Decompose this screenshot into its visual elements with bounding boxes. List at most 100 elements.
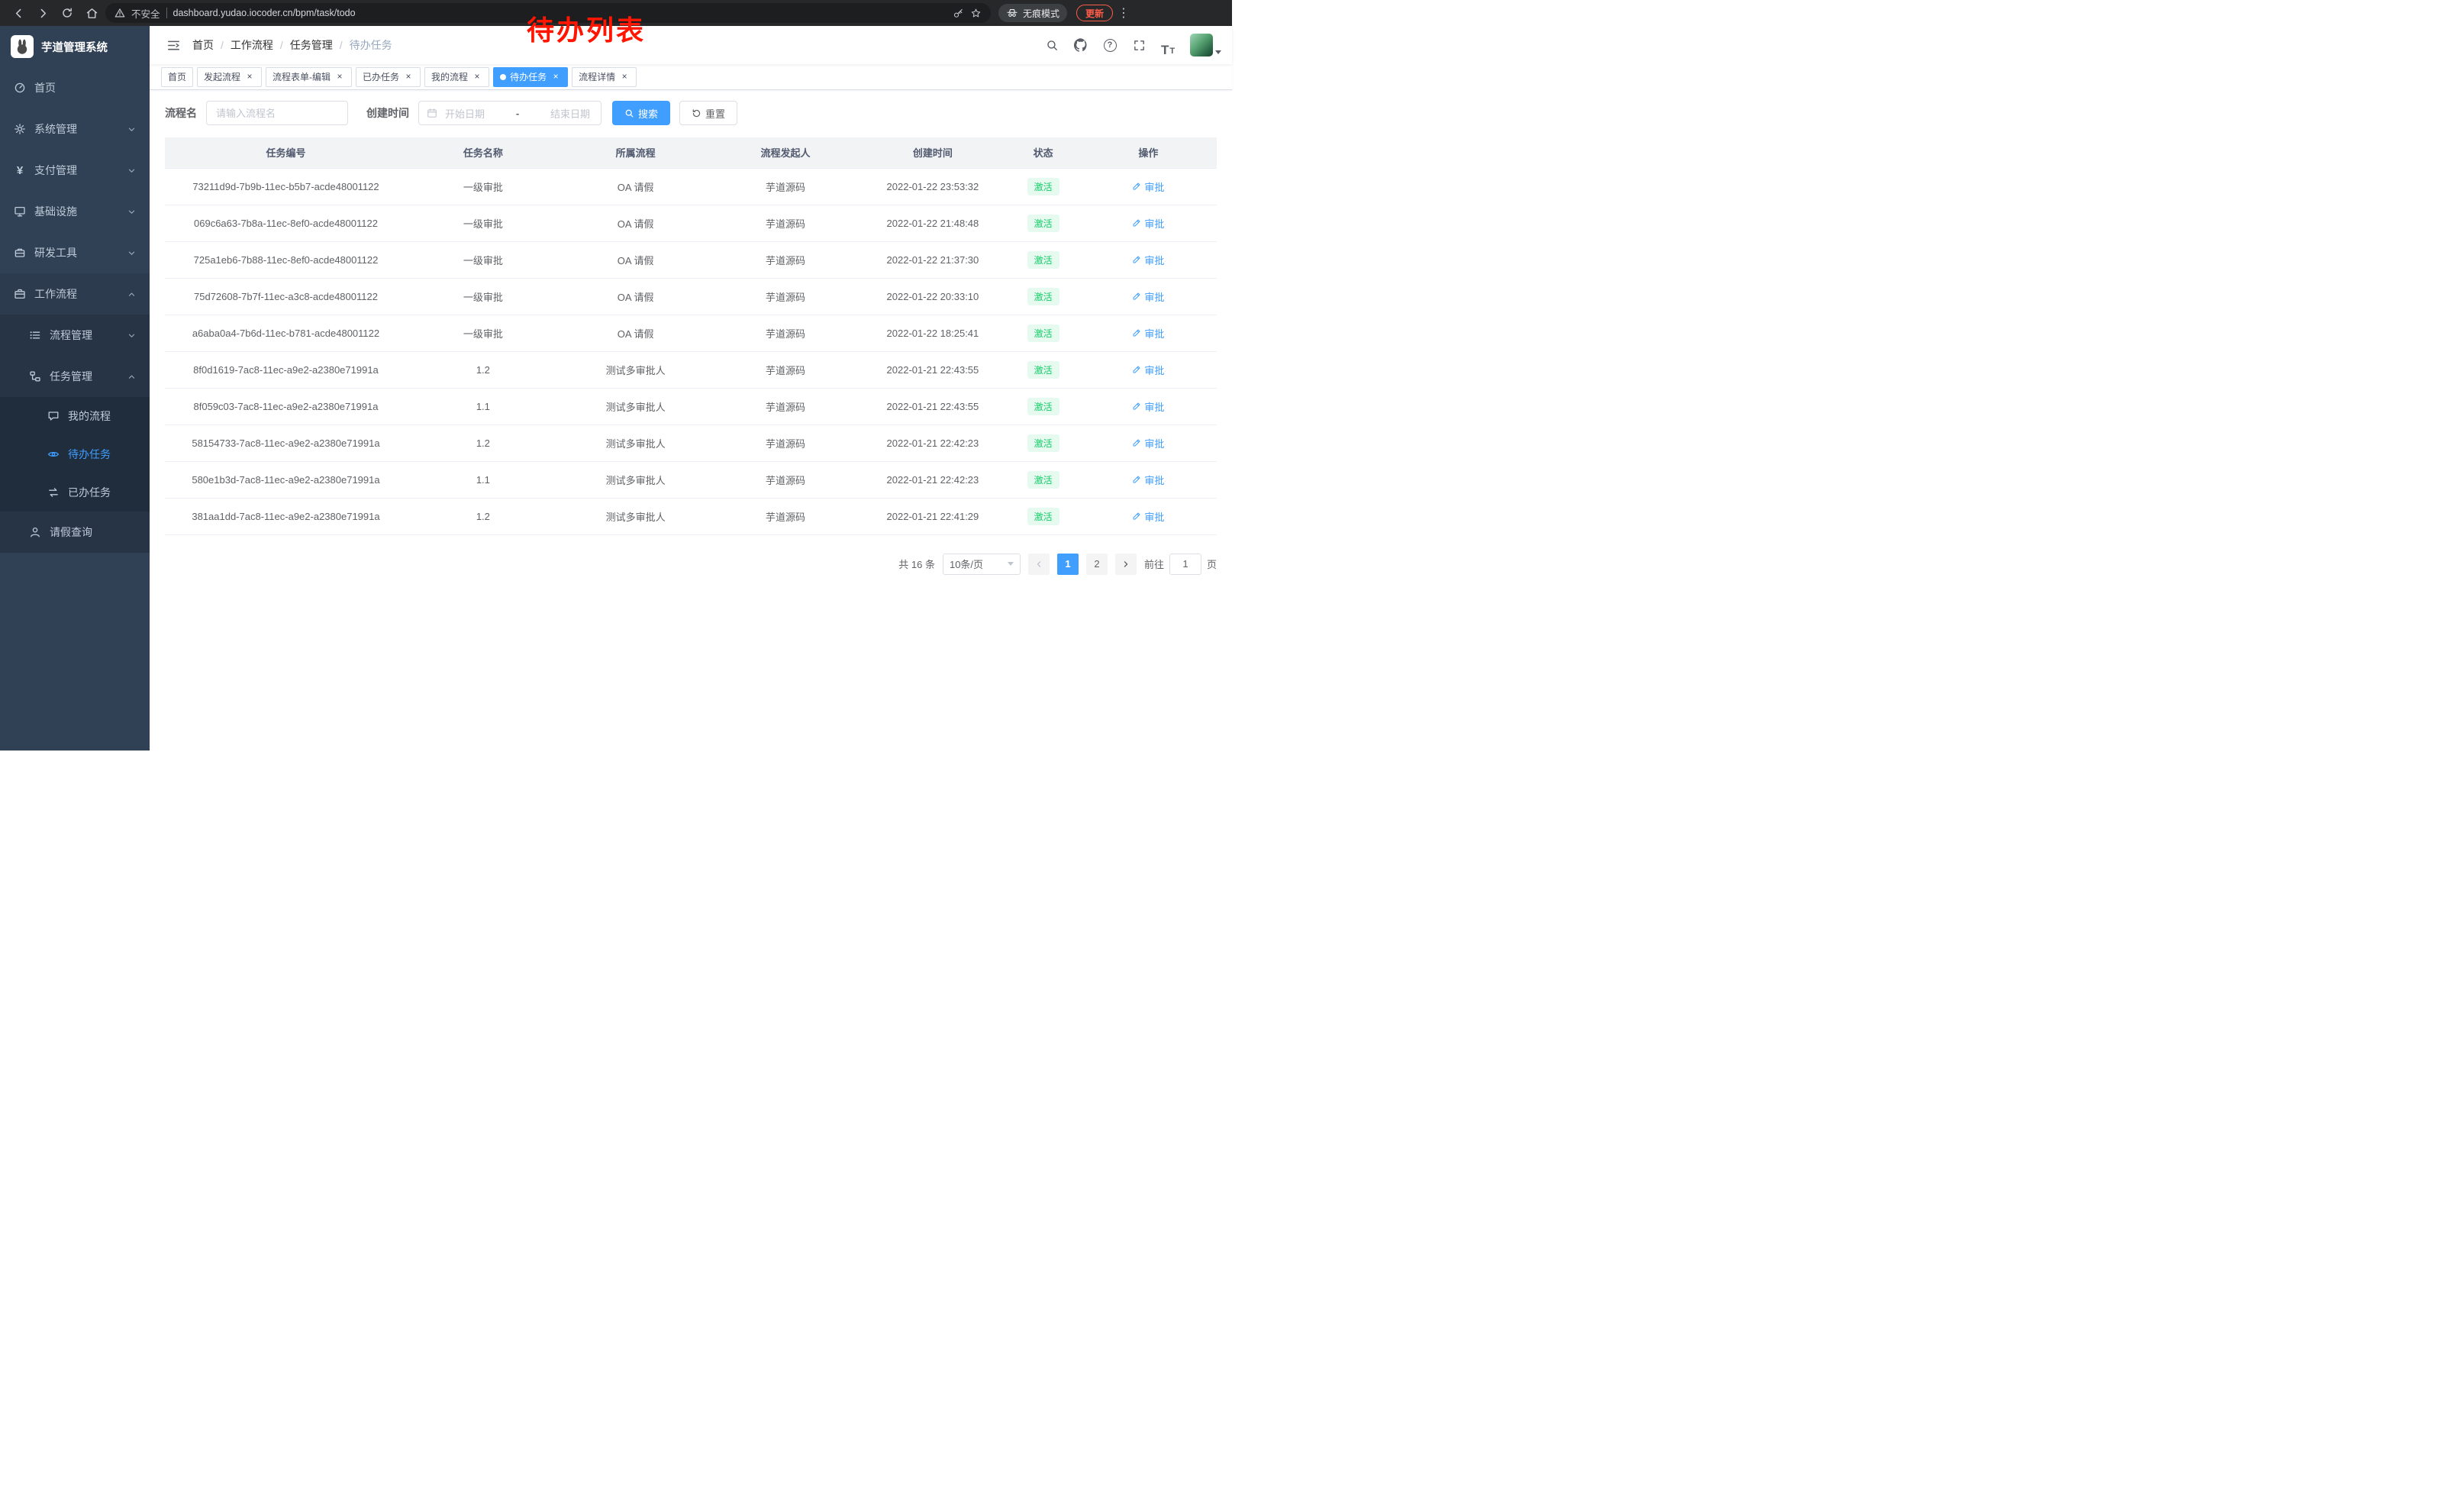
- tab-process-detail[interactable]: 流程详情 ×: [572, 67, 637, 87]
- approve-link[interactable]: 审批: [1132, 363, 1164, 377]
- sidebar-item-home[interactable]: 首页: [0, 67, 150, 108]
- cell-starter: 芋道源码: [712, 388, 859, 424]
- help-icon[interactable]: ?: [1097, 34, 1123, 56]
- sidebar-item-my-process[interactable]: 我的流程: [0, 397, 150, 435]
- sidebar-item-task-mgmt[interactable]: 任务管理: [0, 356, 150, 397]
- tab-my-process[interactable]: 我的流程 ×: [424, 67, 489, 87]
- approve-link[interactable]: 审批: [1132, 179, 1164, 194]
- back-icon[interactable]: [8, 2, 29, 24]
- date-range-picker[interactable]: 开始日期 - 结束日期: [418, 101, 601, 125]
- tab-todo-tasks[interactable]: 待办任务 ×: [493, 67, 568, 87]
- process-name-input[interactable]: [206, 101, 348, 125]
- chevron-right-icon: [1122, 560, 1130, 568]
- reset-button[interactable]: 重置: [679, 101, 737, 125]
- key-icon[interactable]: [953, 8, 964, 19]
- sidebar-item-workflow[interactable]: 工作流程: [0, 273, 150, 315]
- sidebar-item-leave-query[interactable]: 请假查询: [0, 512, 150, 553]
- github-icon[interactable]: [1068, 34, 1094, 56]
- next-page-button[interactable]: [1115, 554, 1137, 575]
- forward-icon[interactable]: [32, 2, 53, 24]
- user-menu[interactable]: [1190, 34, 1221, 56]
- dashboard-icon: [14, 82, 26, 94]
- breadcrumb-home[interactable]: 首页: [192, 37, 214, 53]
- breadcrumb-current: 待办任务: [350, 37, 392, 53]
- tab-home[interactable]: 首页: [161, 67, 193, 87]
- incognito-label: 无痕模式: [1023, 7, 1059, 20]
- caret-down-icon: [1008, 562, 1014, 566]
- font-size-icon[interactable]: TT: [1155, 34, 1181, 56]
- approve-link[interactable]: 审批: [1132, 289, 1164, 304]
- cell-process: OA 请假: [560, 315, 712, 351]
- approve-link[interactable]: 审批: [1132, 509, 1164, 524]
- sidebar-item-payment[interactable]: ¥ 支付管理: [0, 150, 150, 191]
- tab-label: 流程详情: [579, 70, 615, 83]
- sidebar-item-todo-tasks[interactable]: 待办任务: [0, 435, 150, 473]
- close-icon[interactable]: ×: [619, 72, 630, 82]
- header-actions: 操作: [1080, 137, 1217, 168]
- total-count: 共 16 条: [898, 557, 935, 571]
- breadcrumb-workflow[interactable]: 工作流程: [231, 37, 273, 53]
- sidebar-item-done-tasks[interactable]: 已办任务: [0, 473, 150, 512]
- cell-status: 激活: [1006, 498, 1079, 534]
- page-size-value: 10条/页: [950, 557, 983, 571]
- home-icon[interactable]: [81, 2, 102, 24]
- update-button[interactable]: 更新: [1076, 5, 1113, 21]
- star-icon[interactable]: [970, 8, 982, 19]
- page-button-2[interactable]: 2: [1086, 554, 1108, 575]
- edit-icon: [1132, 255, 1141, 264]
- sidebar-item-infrastructure[interactable]: 基础设施: [0, 191, 150, 232]
- approve-link[interactable]: 审批: [1132, 326, 1164, 341]
- address-bar[interactable]: 不安全 dashboard.yudao.iocoder.cn/bpm/task/…: [105, 3, 991, 23]
- close-icon[interactable]: ×: [403, 72, 414, 82]
- cell-create-time: 2022-01-22 21:37:30: [859, 241, 1006, 278]
- logo[interactable]: 芋道管理系统: [0, 26, 150, 67]
- security-label: 不安全: [131, 6, 160, 21]
- status-badge: 激活: [1027, 251, 1059, 269]
- page-size-select[interactable]: 10条/页: [943, 554, 1021, 575]
- sidebar-item-dev-tools[interactable]: 研发工具: [0, 232, 150, 273]
- status-badge: 激活: [1027, 398, 1059, 415]
- refresh-icon: [692, 108, 701, 118]
- chevron-down-icon: [127, 208, 136, 216]
- approve-link[interactable]: 审批: [1132, 216, 1164, 231]
- approve-link[interactable]: 审批: [1132, 473, 1164, 487]
- navbar-actions: ? TT: [1039, 34, 1221, 56]
- cell-status: 激活: [1006, 315, 1079, 351]
- cell-task-name: 1.2: [407, 498, 560, 534]
- search-icon[interactable]: [1039, 34, 1065, 56]
- fullscreen-icon[interactable]: [1126, 34, 1152, 56]
- close-icon[interactable]: ×: [244, 72, 255, 82]
- sidebar-item-process-mgmt[interactable]: 流程管理: [0, 315, 150, 356]
- reload-icon[interactable]: [56, 2, 78, 24]
- active-tab-dot: [500, 74, 506, 80]
- tab-done-tasks[interactable]: 已办任务 ×: [356, 67, 421, 87]
- close-icon[interactable]: ×: [472, 72, 482, 82]
- breadcrumb-task-mgmt[interactable]: 任务管理: [290, 37, 333, 53]
- cell-starter: 芋道源码: [712, 278, 859, 315]
- sidebar-item-system[interactable]: 系统管理: [0, 108, 150, 150]
- eye-icon: [47, 448, 60, 460]
- prev-page-button[interactable]: [1028, 554, 1050, 575]
- close-icon[interactable]: ×: [334, 72, 345, 82]
- tab-form-edit[interactable]: 流程表单-编辑 ×: [266, 67, 352, 87]
- tab-start-process[interactable]: 发起流程 ×: [197, 67, 262, 87]
- avatar[interactable]: [1190, 34, 1213, 56]
- close-icon[interactable]: ×: [550, 72, 561, 82]
- sidebar-toggle-icon[interactable]: [160, 32, 186, 58]
- kebab-menu-icon[interactable]: ⋮: [1116, 5, 1131, 21]
- table-row: 58154733-7ac8-11ec-a9e2-a2380e71991a 1.2…: [165, 424, 1217, 461]
- edit-icon: [1132, 292, 1141, 301]
- status-badge: 激活: [1027, 288, 1059, 305]
- search-button[interactable]: 搜索: [612, 101, 670, 125]
- approve-link[interactable]: 审批: [1132, 253, 1164, 267]
- cell-create-time: 2022-01-22 18:25:41: [859, 315, 1006, 351]
- process-name-label: 流程名: [165, 105, 197, 121]
- goto-page-input[interactable]: [1169, 554, 1201, 575]
- approve-link[interactable]: 审批: [1132, 436, 1164, 450]
- cell-create-time: 2022-01-22 23:53:32: [859, 168, 1006, 205]
- approve-link[interactable]: 审批: [1132, 399, 1164, 414]
- page-button-1[interactable]: 1: [1057, 554, 1079, 575]
- breadcrumb-separator: /: [280, 39, 283, 51]
- list-icon: [29, 329, 41, 341]
- cell-task-name: 1.2: [407, 424, 560, 461]
